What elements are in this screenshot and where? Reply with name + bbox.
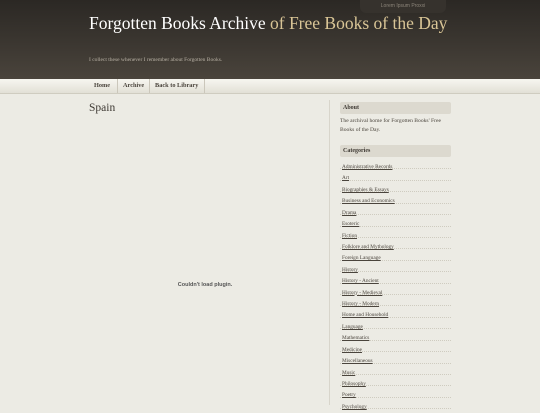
category-item: Esoteric	[340, 215, 451, 227]
nav-back-to-library[interactable]: Back to Library	[150, 79, 205, 93]
category-item: Home and Household	[340, 306, 451, 318]
category-item: History - Modern	[340, 295, 451, 307]
category-item: Drama	[340, 204, 451, 216]
categories-heading: Categories	[340, 145, 451, 157]
category-item: Music	[340, 364, 451, 376]
plugin-placeholder[interactable]: Couldn't load plugin.	[150, 282, 260, 288]
post-title: Spain	[89, 102, 116, 114]
about-text: The archival home for Forgotten Books' F…	[340, 118, 441, 133]
site-header: Lorem Ipsum Proxxi Forgotten Books Archi…	[0, 0, 540, 79]
site-title-main[interactable]: Forgotten Books Archive	[89, 13, 266, 33]
category-item: Medicine	[340, 341, 451, 353]
main-nav: Home Archive Back to Library	[0, 79, 540, 94]
category-item: History - Medieval	[340, 284, 451, 296]
category-list: Administrative Records Art Biographies &…	[340, 158, 451, 410]
category-item: Language	[340, 318, 451, 330]
category-link[interactable]: Administrative Records	[342, 164, 392, 170]
category-item: History - Ancient	[340, 272, 451, 284]
category-item: Administrative Records	[340, 158, 451, 170]
category-item: Mathematics	[340, 329, 451, 341]
site-title-accent[interactable]: of Free Books of the Day	[270, 13, 447, 33]
header-tab[interactable]: Lorem Ipsum Proxxi	[360, 0, 446, 13]
category-item: Foreign Language	[340, 249, 451, 261]
category-item: Business and Economics	[340, 192, 451, 204]
site-title[interactable]: Forgotten Books Archive of Free Books of…	[89, 13, 449, 34]
sidebar-divider	[329, 100, 330, 405]
category-item: Poetry	[340, 386, 451, 398]
about-heading: About	[340, 102, 451, 114]
category-item: Fiction	[340, 227, 451, 239]
category-item: Biographies & Essays	[340, 181, 451, 193]
category-item: Art	[340, 169, 451, 181]
nav-home[interactable]: Home	[89, 79, 118, 93]
site-tagline: I collect these whenever I remember abou…	[89, 57, 223, 63]
category-item: Psychology	[340, 398, 451, 410]
category-item: Philosophy	[340, 375, 451, 387]
category-item: History	[340, 261, 451, 273]
category-item: Folklore and Mythology	[340, 238, 451, 250]
category-item: Miscellaneous	[340, 352, 451, 364]
nav-archive[interactable]: Archive	[118, 79, 150, 93]
